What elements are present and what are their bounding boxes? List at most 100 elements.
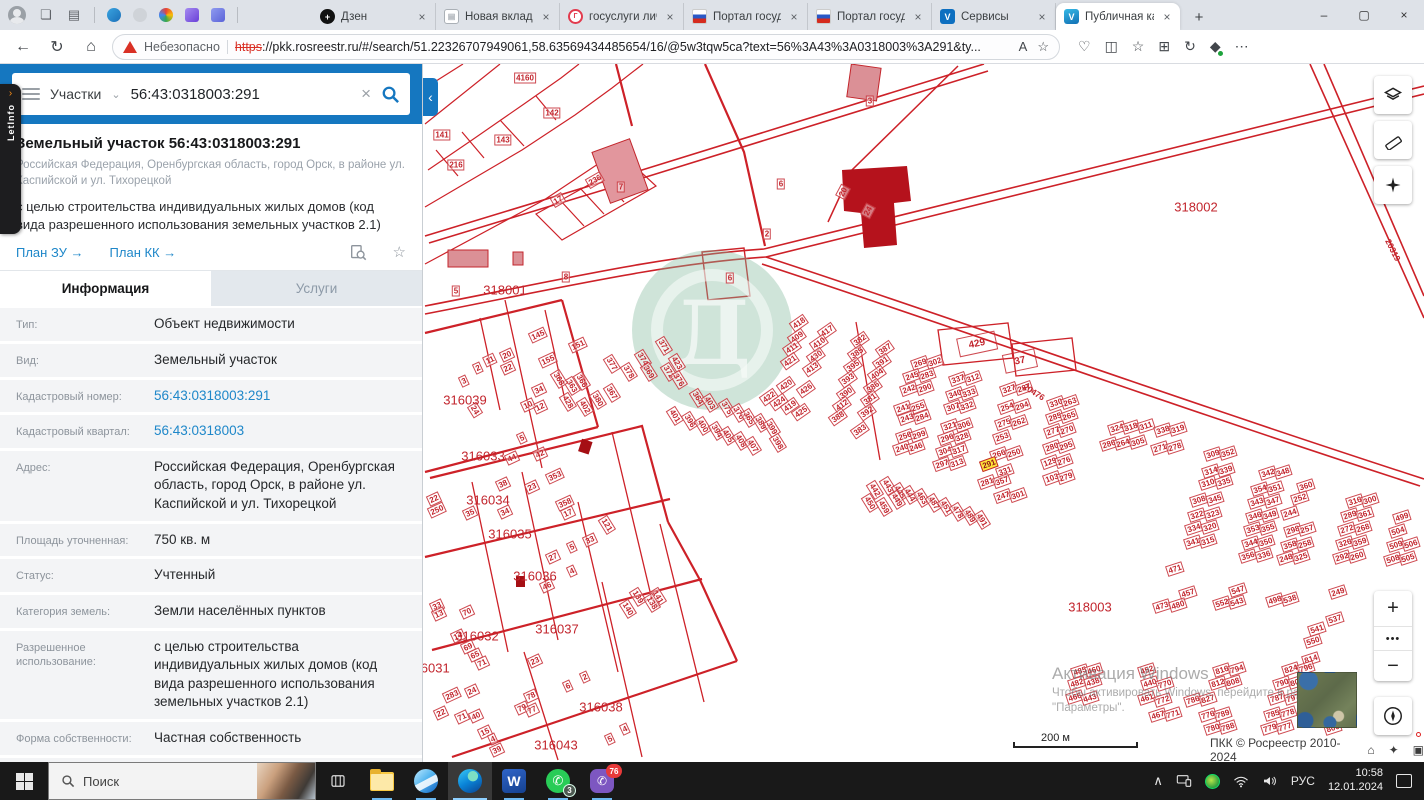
split-screen-icon[interactable]: ◫ bbox=[1105, 38, 1118, 55]
tab-actions-icon[interactable]: ❏ bbox=[38, 7, 54, 23]
taskbar-app-whatsapp[interactable]: ✆ 3 bbox=[536, 762, 580, 800]
tab-close-icon[interactable]: × bbox=[1160, 10, 1174, 24]
taskbar-app-word[interactable]: W bbox=[492, 762, 536, 800]
browser-tab[interactable]: Портал госуда × bbox=[808, 3, 932, 30]
favorites-icon[interactable]: ☆ bbox=[1132, 38, 1145, 55]
search-category[interactable]: Участки bbox=[50, 86, 101, 102]
tab-close-icon[interactable]: × bbox=[415, 10, 429, 24]
parcel-label[interactable]: 6 bbox=[776, 178, 786, 190]
new-tab-button[interactable]: + bbox=[1186, 4, 1212, 30]
browser-tab[interactable]: ▤ Новая вкладк × bbox=[436, 3, 560, 30]
address-bar[interactable]: Небезопасно https://pkk.rosreestr.ru/#/s… bbox=[112, 33, 1060, 60]
collections-icon[interactable]: ⊞ bbox=[1158, 38, 1170, 55]
quarter-label[interactable]: 316033 bbox=[461, 449, 504, 464]
parcel-label[interactable]: 216 bbox=[447, 159, 465, 171]
tab-close-icon[interactable]: × bbox=[663, 10, 677, 24]
quarter-label[interactable]: 316043 bbox=[534, 738, 577, 753]
quarter-label[interactable]: 316034 bbox=[466, 493, 509, 508]
parcel-label[interactable]: 7 bbox=[616, 181, 626, 193]
antivirus-tray-icon[interactable] bbox=[1204, 773, 1220, 789]
task-view-button[interactable] bbox=[316, 762, 360, 800]
parcel-label[interactable]: 8 bbox=[561, 271, 571, 283]
notification-center-icon[interactable] bbox=[1396, 774, 1412, 788]
quarter-label[interactable]: 318003 bbox=[1068, 600, 1111, 615]
tray-expand-icon[interactable]: ∧ bbox=[1153, 773, 1163, 789]
reload-button[interactable]: ↻ bbox=[44, 34, 70, 60]
display-connect-icon[interactable] bbox=[1176, 774, 1192, 788]
menu-icon[interactable] bbox=[22, 88, 40, 100]
taskbar-app-edge[interactable] bbox=[448, 762, 492, 800]
quarter-label[interactable]: 316031 bbox=[423, 661, 450, 676]
search-highlight-image[interactable] bbox=[257, 763, 315, 799]
tab-information[interactable]: Информация bbox=[0, 271, 211, 307]
quarter-label[interactable]: 318002 bbox=[1174, 200, 1217, 215]
taskbar-app-paint[interactable] bbox=[404, 762, 448, 800]
plan-kk-link[interactable]: План КК → bbox=[110, 245, 177, 260]
panel-collapse-button[interactable]: ‹ bbox=[423, 78, 438, 116]
parcel-label[interactable]: 141 bbox=[433, 129, 451, 141]
browser-tab[interactable]: V Сервисы × bbox=[932, 3, 1056, 30]
quarter-label[interactable]: 316036 bbox=[513, 569, 556, 584]
favorite-star-icon[interactable]: ☆ bbox=[1037, 39, 1049, 55]
quarter-label[interactable]: 318001 bbox=[483, 283, 526, 298]
extension-icon[interactable] bbox=[185, 8, 199, 22]
browser-tab[interactable]: Портал госуда × bbox=[684, 3, 808, 30]
parcel-label[interactable]: 3 bbox=[865, 95, 875, 107]
overview-minimap[interactable] bbox=[1297, 672, 1357, 728]
map-more-button[interactable]: ••• bbox=[1374, 627, 1412, 651]
search-input[interactable] bbox=[130, 85, 352, 103]
locate-object-button[interactable] bbox=[1374, 166, 1412, 204]
taskbar-app-viber[interactable]: ✆ 76 bbox=[580, 762, 624, 800]
browser-tab[interactable]: Ггосуслуги лич × bbox=[560, 3, 684, 30]
extension-icon[interactable] bbox=[159, 8, 173, 22]
security-label[interactable]: Небезопасно bbox=[144, 40, 220, 54]
taskbar-search-box[interactable]: Поиск bbox=[48, 762, 316, 800]
search-box[interactable]: Участки ⌄ × bbox=[12, 73, 410, 115]
close-button[interactable]: × bbox=[1384, 0, 1424, 30]
parcel-label[interactable]: 4160 bbox=[514, 72, 536, 84]
start-button[interactable] bbox=[0, 762, 48, 800]
row-value-link[interactable]: 56:43:0318003 bbox=[154, 422, 244, 441]
letinfo-extension-ribbon[interactable]: › LetInfo bbox=[0, 84, 21, 234]
quarter-label[interactable]: 316039 bbox=[443, 393, 486, 408]
row-value-link[interactable]: 56:43:0318003:291 bbox=[154, 387, 270, 406]
my-location-button[interactable] bbox=[1374, 697, 1412, 735]
extensions-icon[interactable]: ◆ bbox=[1210, 38, 1224, 57]
tab-close-icon[interactable]: × bbox=[539, 10, 553, 24]
marker-icon[interactable]: ✦ bbox=[1389, 743, 1399, 757]
language-indicator[interactable]: РУС bbox=[1291, 774, 1315, 788]
more-menu-icon[interactable]: ⋯ bbox=[1235, 38, 1249, 55]
extension-icon[interactable] bbox=[133, 8, 147, 22]
profile-avatar-icon[interactable] bbox=[8, 6, 26, 24]
parcel-label[interactable]: 142 bbox=[543, 107, 561, 119]
home-button[interactable]: ⌂ bbox=[78, 34, 104, 60]
clock[interactable]: 10:58 12.01.2024 bbox=[1328, 767, 1383, 795]
taskbar-app-explorer[interactable] bbox=[360, 762, 404, 800]
read-aloud-icon[interactable]: A bbox=[1019, 39, 1028, 54]
tab-close-icon[interactable]: × bbox=[787, 10, 801, 24]
browser-essentials-icon[interactable]: ♡ bbox=[1078, 38, 1091, 55]
cadastral-map[interactable]: Д 418 417 409 410 411 430 421 413 420 426 422 424 41… bbox=[423, 64, 1424, 762]
zoom-to-object-icon[interactable] bbox=[350, 244, 367, 261]
parcel-label[interactable]: 2 bbox=[762, 228, 772, 240]
search-icon[interactable] bbox=[381, 85, 400, 104]
workspace-icon[interactable] bbox=[107, 8, 121, 22]
chevron-down-icon[interactable]: ⌄ bbox=[111, 88, 120, 101]
wifi-icon[interactable] bbox=[1233, 775, 1249, 788]
parcel-label[interactable]: 5 bbox=[451, 285, 461, 297]
tab-services[interactable]: Услуги bbox=[211, 271, 422, 307]
tab-close-icon[interactable]: × bbox=[911, 10, 925, 24]
measure-button[interactable] bbox=[1374, 121, 1412, 159]
layers-button[interactable] bbox=[1374, 76, 1412, 114]
volume-icon[interactable] bbox=[1262, 774, 1278, 788]
home-icon[interactable]: ⌂ bbox=[1367, 743, 1374, 757]
browser-tab[interactable]: V Публичная ка × bbox=[1056, 3, 1180, 30]
quarter-label[interactable]: 316035 bbox=[488, 527, 531, 542]
clear-search-icon[interactable]: × bbox=[361, 84, 371, 104]
browser-tab[interactable]: + Дзен × bbox=[312, 3, 436, 30]
zoom-out-button[interactable]: − bbox=[1374, 651, 1412, 681]
maximize-button[interactable]: ▢ bbox=[1344, 0, 1384, 30]
minimize-button[interactable]: – bbox=[1304, 0, 1344, 30]
back-button[interactable]: ← bbox=[10, 34, 36, 60]
plan-zu-link[interactable]: План ЗУ → bbox=[16, 245, 84, 260]
